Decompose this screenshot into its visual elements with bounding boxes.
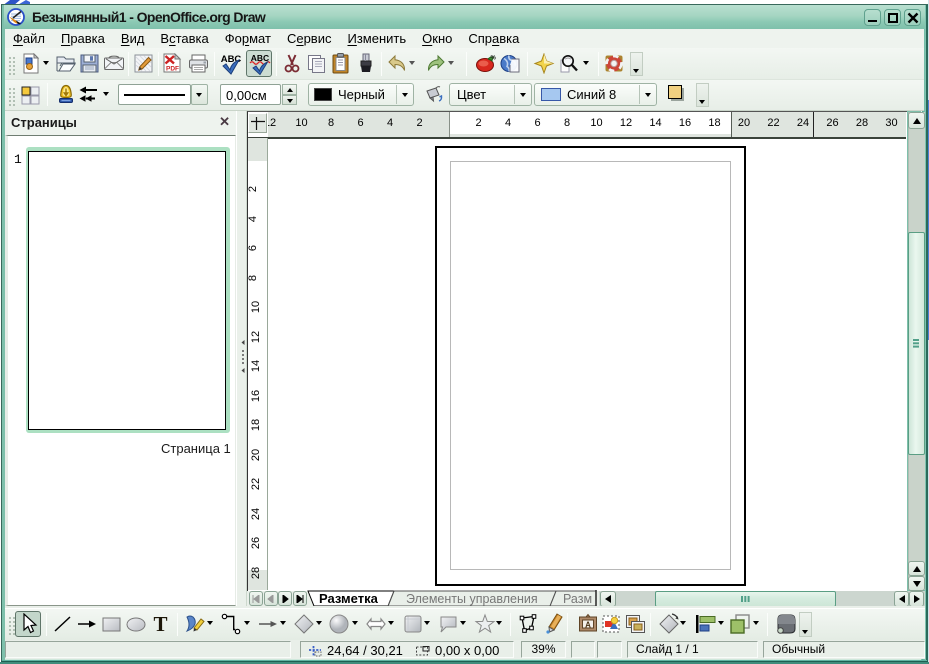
svg-text:Разм: Разм	[563, 592, 592, 606]
svg-text:ABC: ABC	[221, 54, 242, 65]
svg-text:Разметка: Разметка	[319, 591, 379, 606]
svg-text:A: A	[585, 621, 591, 630]
svg-text:%: %	[491, 56, 497, 62]
svg-text:PDF: PDF	[166, 66, 179, 73]
svg-text:T: T	[153, 613, 167, 635]
svg-text:Элементы управления: Элементы управления	[406, 592, 538, 606]
